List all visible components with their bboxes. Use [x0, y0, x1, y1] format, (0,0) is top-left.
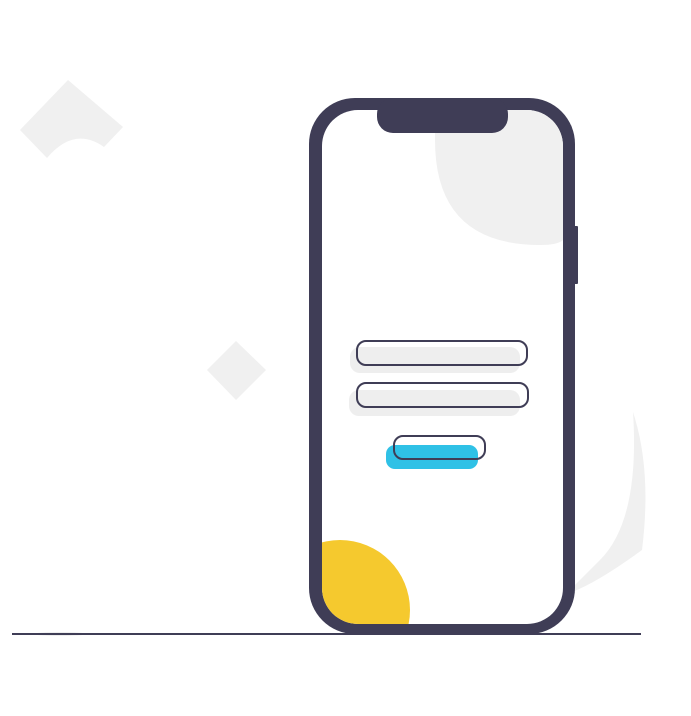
username-field-shadow: [350, 347, 520, 373]
decor-diamond-middle: [207, 341, 266, 400]
submit-button-fill: [386, 445, 478, 469]
decor-leaf-right: [572, 412, 646, 592]
password-field-shadow: [349, 390, 520, 416]
login-illustration: [12, 80, 646, 636]
phone: [309, 98, 578, 634]
phone-notch: [377, 98, 508, 133]
screen-corner-circle: [322, 540, 410, 624]
decor-diamond-top-left: [20, 80, 123, 158]
